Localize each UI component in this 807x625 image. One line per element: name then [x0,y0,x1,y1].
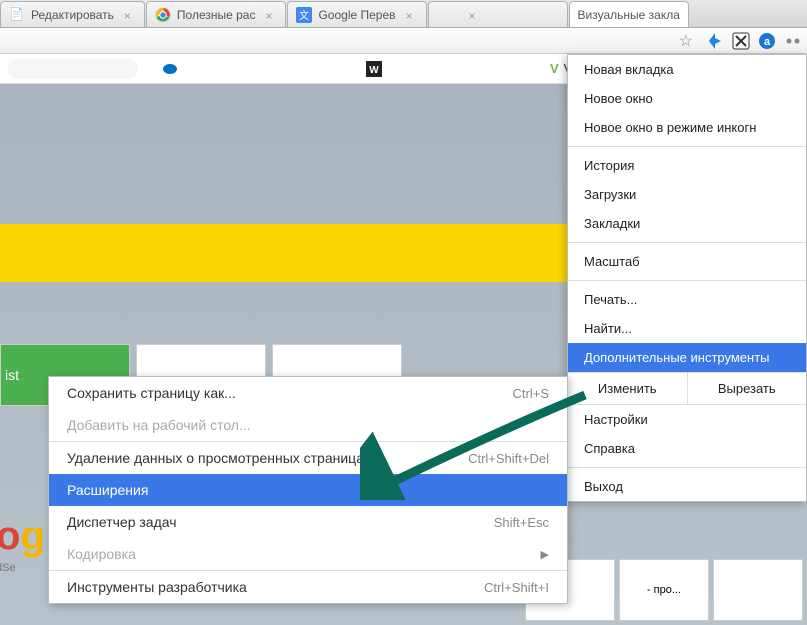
shortcut-text: Ctrl+Shift+Del [468,451,549,466]
submenu-label: Сохранить страницу как... [67,385,236,401]
menu-new-tab[interactable]: Новая вкладка [568,55,806,84]
menu-separator [568,242,806,243]
tab-useful-ext[interactable]: Полезные рас × [146,1,287,27]
menu-bookmarks[interactable]: Закладки [568,209,806,238]
thumb-label: - про... [647,584,681,596]
ext-icon-dots[interactable] [783,31,803,51]
tab-label: Редактировать [31,8,114,22]
close-icon[interactable]: × [469,9,481,21]
favicon-translate: 文 [296,7,312,23]
svg-text:W: W [369,65,379,76]
bookmark-item[interactable] [8,59,138,79]
submenu-label: Кодировка [67,546,136,562]
close-icon[interactable]: × [406,9,418,21]
thumb[interactable] [713,559,803,621]
tab-label: Полезные рас [177,8,256,22]
tab-strip: 📄 Редактировать × Полезные рас × 文 Googl… [0,0,807,28]
close-icon[interactable]: × [265,9,277,21]
toolbar: ☆ a [0,28,807,54]
menu-edit-row: Изменить Вырезать [568,372,806,405]
menu-help[interactable]: Справка [568,434,806,463]
submenu-extensions[interactable]: Расширения [49,474,567,506]
tile-label: ist [5,367,19,383]
adsense-text: dSe [0,562,16,574]
submenu-save-page[interactable]: Сохранить страницу как... Ctrl+S [49,377,567,409]
menu-downloads[interactable]: Загрузки [568,180,806,209]
submenu-label: Удаление данных о просмотренных страница… [67,450,383,466]
menu-separator [568,467,806,468]
menu-exit[interactable]: Выход [568,472,806,501]
favicon-generic: 📄 [9,7,25,23]
favicon-chrome [155,7,171,23]
tab-translate[interactable]: 文 Google Перев × [287,1,426,27]
submenu-label: Добавить на рабочий стол... [67,417,251,433]
chevron-right-icon: ▶ [541,548,549,561]
tab-label: Визуальные закла [578,8,680,22]
submenu-label: Расширения [67,482,148,498]
menu-print[interactable]: Печать... [568,285,806,314]
menu-separator [568,280,806,281]
submenu-clear-data[interactable]: Удаление данных о просмотренных страница… [49,442,567,474]
ext-icon-adblock[interactable] [731,31,751,51]
shortcut-text: Ctrl+S [513,386,549,401]
menu-new-incognito[interactable]: Новое окно в режиме инкогн [568,113,806,142]
tab-visual-bookmarks[interactable]: Визуальные закла [569,1,689,27]
google-logo-fragment: og [0,514,45,559]
shortcut-text: Ctrl+Shift+I [484,580,549,595]
ext-icon-a[interactable]: a [757,31,777,51]
submenu-label: Инструменты разработчика [67,579,247,595]
submenu-dev-tools[interactable]: Инструменты разработчика Ctrl+Shift+I [49,571,567,603]
submenu-label: Диспетчер задач [67,514,177,530]
menu-more-tools[interactable]: Дополнительные инструменты [568,343,806,372]
tab-edit[interactable]: 📄 Редактировать × [0,1,145,27]
submenu-encoding[interactable]: Кодировка ▶ [49,538,567,570]
menu-zoom[interactable]: Масштаб [568,247,806,276]
star-icon[interactable]: ☆ [679,31,693,51]
bookmark-intel[interactable] [156,59,184,79]
thumb-pro[interactable]: - про... [619,559,709,621]
shortcut-text: Shift+Esc [494,515,549,530]
bookmark-item[interactable] [406,67,526,71]
svg-text:a: a [764,36,771,48]
menu-settings[interactable]: Настройки [568,405,806,434]
menu-cut[interactable]: Вырезать [688,373,807,404]
ext-icon-freegate[interactable] [705,31,725,51]
menu-separator [568,146,806,147]
favicon-blank [437,7,453,23]
menu-find[interactable]: Найти... [568,314,806,343]
close-icon[interactable]: × [124,9,136,21]
tab-label: Google Перев [318,8,395,22]
submenu-task-manager[interactable]: Диспетчер задач Shift+Esc [49,506,567,538]
submenu-add-desktop: Добавить на рабочий стол... [49,409,567,441]
bookmark-w[interactable]: W [360,59,388,79]
menu-history[interactable]: История [568,151,806,180]
bookmark-item[interactable] [202,67,342,71]
menu-new-window[interactable]: Новое окно [568,84,806,113]
tab-blank[interactable]: × [428,1,568,27]
more-tools-submenu: Сохранить страницу как... Ctrl+S Добавит… [48,376,568,604]
chrome-main-menu: Новая вкладка Новое окно Новое окно в ре… [567,54,807,502]
menu-edit-label: Изменить [568,373,688,404]
svg-text:文: 文 [299,9,309,22]
